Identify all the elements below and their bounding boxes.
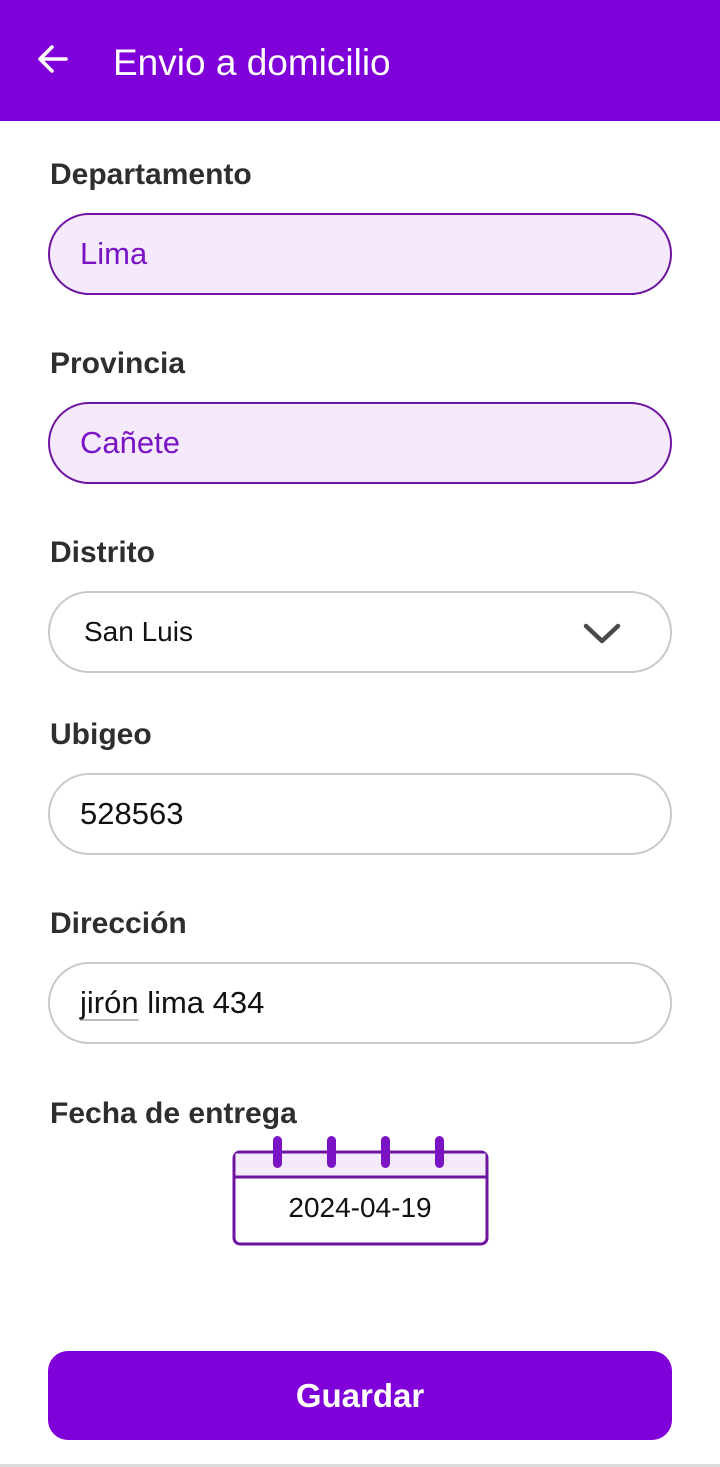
distrito-select[interactable]: San Luis xyxy=(48,591,672,673)
provincia-label: Provincia xyxy=(50,347,186,380)
distrito-value: San Luis xyxy=(84,616,193,647)
departamento-value: Lima xyxy=(80,236,148,271)
arrow-left-icon xyxy=(36,42,70,81)
direccion-value-rest: lima 434 xyxy=(138,985,265,1020)
direccion-label: Dirección xyxy=(50,907,187,940)
back-button[interactable] xyxy=(30,38,76,84)
page-title: Envio a domicilio xyxy=(113,42,391,83)
departamento-field: Lima xyxy=(48,213,672,295)
ubigeo-label: Ubigeo xyxy=(50,718,152,751)
direccion-value-word: jirón xyxy=(80,985,139,1020)
ubigeo-value: 528563 xyxy=(80,796,184,831)
direccion-input[interactable]: jirón lima 434 xyxy=(48,962,672,1044)
date-picker[interactable]: 2024-04-19 xyxy=(232,1134,490,1248)
departamento-label: Departamento xyxy=(50,158,252,191)
distrito-label: Distrito xyxy=(50,536,155,569)
provincia-field: Cañete xyxy=(48,402,672,484)
save-button[interactable]: Guardar xyxy=(48,1351,672,1440)
fecha-entrega-label: Fecha de entrega xyxy=(50,1097,297,1130)
direccion-value: jirón lima 434 xyxy=(80,985,264,1021)
fecha-entrega-value: 2024-04-19 xyxy=(288,1192,432,1223)
provincia-value: Cañete xyxy=(80,425,180,460)
chevron-down-icon xyxy=(582,621,622,647)
app-bar: Envio a domicilio xyxy=(0,0,720,121)
ubigeo-input[interactable]: 528563 xyxy=(48,773,672,855)
